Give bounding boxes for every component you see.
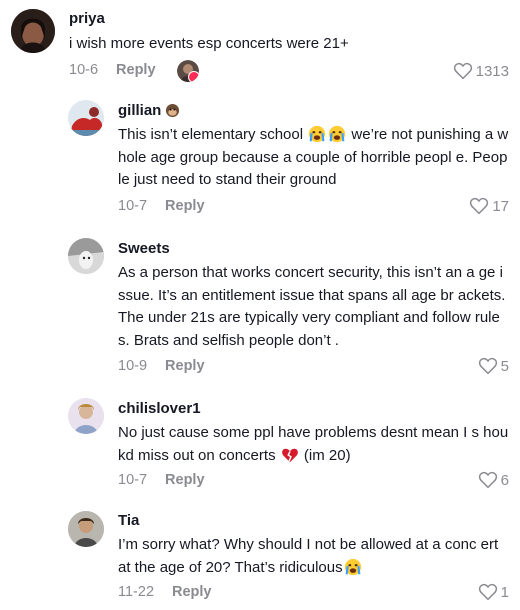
- like-count: 6: [500, 471, 509, 489]
- reply-button[interactable]: Reply: [165, 198, 205, 214]
- username-text[interactable]: chilislover1: [118, 400, 201, 417]
- avatar-image: [68, 100, 104, 136]
- heart-outline-icon: [478, 583, 497, 601]
- comment-meta: 10-7 Reply: [118, 472, 205, 488]
- comment-meta: 11-22 Reply: [118, 584, 212, 600]
- like-count: 1313: [475, 62, 509, 80]
- comment-text: This isn’t elementary school we’re not p…: [118, 124, 510, 192]
- creator-liked-badge: [177, 60, 199, 82]
- heart-outline-icon: [478, 471, 497, 489]
- comment-text-part: This isn’t elementary school: [118, 126, 308, 143]
- reply-button[interactable]: Reply: [116, 62, 156, 78]
- heart-outline-icon: [470, 197, 489, 215]
- comment-text-part: I’m sorry what? Why should I not be allo…: [118, 536, 499, 576]
- avatar[interactable]: [68, 100, 104, 136]
- comment-date: 10-9: [118, 358, 148, 374]
- reply-button[interactable]: Reply: [172, 584, 212, 600]
- comment-item: priya i wish more events esp concerts we…: [0, 0, 520, 90]
- like-count: 17: [492, 197, 509, 215]
- heart-outline-icon: [478, 357, 497, 375]
- username-text[interactable]: priya: [69, 10, 105, 27]
- comment-username[interactable]: Tia: [118, 512, 139, 529]
- like-count: 5: [500, 357, 509, 375]
- comment-meta: 10-9 Reply: [118, 358, 205, 374]
- like-button[interactable]: 1313: [453, 62, 509, 80]
- monkey-emoji-icon: [166, 103, 180, 118]
- avatar[interactable]: [11, 9, 55, 53]
- reply-button[interactable]: Reply: [165, 472, 205, 488]
- comment-username[interactable]: gillian: [118, 102, 180, 119]
- comment-text: As a person that works concert security,…: [118, 264, 506, 349]
- comment-username[interactable]: priya: [69, 10, 105, 27]
- heart-outline-icon: [453, 62, 472, 80]
- reply-item: chilislover1 No just cause some ppl have…: [0, 390, 520, 505]
- like-count: 1: [500, 583, 509, 601]
- like-button[interactable]: 17: [469, 197, 509, 215]
- reply-item: Tia I’m sorry what? Why should I not be …: [0, 505, 520, 610]
- avatar[interactable]: [68, 238, 104, 274]
- comment-username[interactable]: Sweets: [118, 240, 170, 257]
- avatar-image: [68, 511, 104, 547]
- creator-heart-icon: [188, 71, 199, 82]
- comment-meta: 10-7 Reply: [118, 198, 205, 214]
- like-button[interactable]: 1: [478, 583, 509, 601]
- like-button[interactable]: 6: [478, 471, 509, 489]
- avatar-image: [68, 238, 104, 274]
- username-text[interactable]: Sweets: [118, 240, 170, 257]
- avatar[interactable]: [68, 398, 104, 434]
- comment-meta: 10-6 Reply: [69, 62, 156, 78]
- comment-text: No just cause some ppl have problems des…: [118, 422, 510, 467]
- avatar-image: [68, 398, 104, 434]
- comment-date: 10-6: [69, 62, 99, 78]
- comment-date: 11-22: [118, 584, 155, 600]
- like-button[interactable]: 5: [478, 357, 509, 375]
- broken-heart-emoji: [281, 448, 298, 462]
- comment-username[interactable]: chilislover1: [118, 400, 201, 417]
- avatar-image: [11, 9, 55, 53]
- reply-button[interactable]: Reply: [165, 358, 205, 374]
- comment-text: I’m sorry what? Why should I not be allo…: [118, 534, 510, 579]
- crying-face-emoji: [344, 558, 361, 575]
- crying-face-emoji: [329, 125, 346, 143]
- comment-text-part: (im 20): [299, 446, 351, 464]
- reply-item: gillian This isn’t elementary school we’…: [0, 90, 520, 230]
- comment-date: 10-7: [118, 472, 148, 488]
- crying-face-emoji: [309, 125, 326, 143]
- avatar[interactable]: [68, 511, 104, 547]
- comment-text: i wish more events esp concerts were 21+: [69, 35, 349, 52]
- reply-item: Sweets As a person that works concert se…: [0, 230, 520, 390]
- comment-date: 10-7: [118, 198, 148, 214]
- username-text[interactable]: gillian: [118, 102, 161, 119]
- username-text[interactable]: Tia: [118, 512, 139, 529]
